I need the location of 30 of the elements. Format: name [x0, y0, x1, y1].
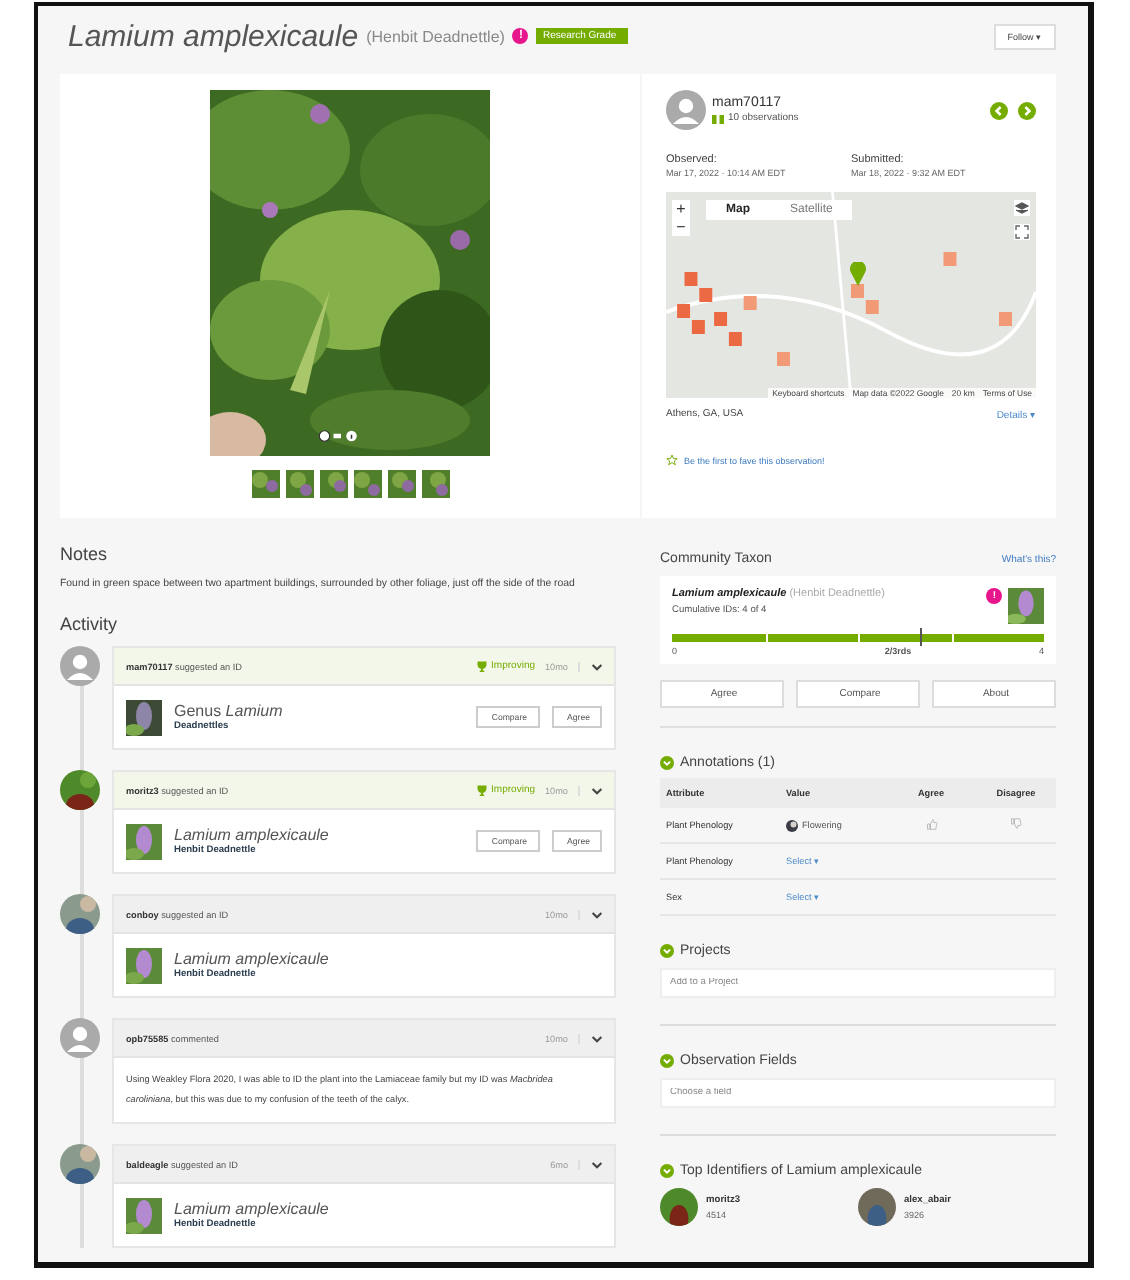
taxon-name[interactable]: Lamium amplexicaule	[174, 1200, 329, 1218]
next-icon[interactable]	[1018, 101, 1036, 119]
common-name: (Henbit Deadnettle)	[366, 27, 505, 45]
collapse-icon[interactable]	[660, 944, 674, 958]
chevron-down-icon[interactable]	[590, 907, 604, 921]
collapse-icon[interactable]	[660, 1054, 674, 1068]
previous-icon[interactable]	[990, 101, 1008, 119]
chevron-down-icon[interactable]	[590, 1157, 604, 1171]
taxon-name[interactable]: Lamium amplexicaule	[174, 826, 329, 844]
notes-heading: Notes	[60, 544, 110, 564]
activity-heading: Activity	[60, 614, 120, 634]
trophy-icon	[475, 660, 488, 672]
taxon-title: Lamium amplexicaule	[68, 19, 359, 53]
user-avatar-icon[interactable]	[786, 819, 798, 831]
trophy-icon	[475, 784, 488, 796]
license-icon[interactable]	[318, 430, 358, 442]
taxon-name[interactable]: Lamium amplexicaule	[174, 950, 329, 968]
thumbs-down-icon[interactable]	[1010, 818, 1022, 830]
zoom-out-button[interactable]: −	[672, 218, 690, 236]
taxon-name[interactable]: Genus Lamium	[174, 702, 283, 720]
chevron-down-icon[interactable]	[590, 659, 604, 673]
collapse-icon[interactable]	[660, 1164, 674, 1178]
collapse-icon[interactable]	[660, 756, 674, 770]
star-icon[interactable]	[666, 454, 678, 466]
chevron-down-icon[interactable]	[590, 783, 604, 797]
layers-icon[interactable]	[1014, 200, 1030, 216]
fullscreen-icon[interactable]	[1014, 224, 1030, 240]
chevron-down-icon[interactable]	[590, 1031, 604, 1045]
thumbs-up-icon[interactable]	[925, 818, 937, 830]
zoom-in-button[interactable]: +	[672, 200, 690, 218]
